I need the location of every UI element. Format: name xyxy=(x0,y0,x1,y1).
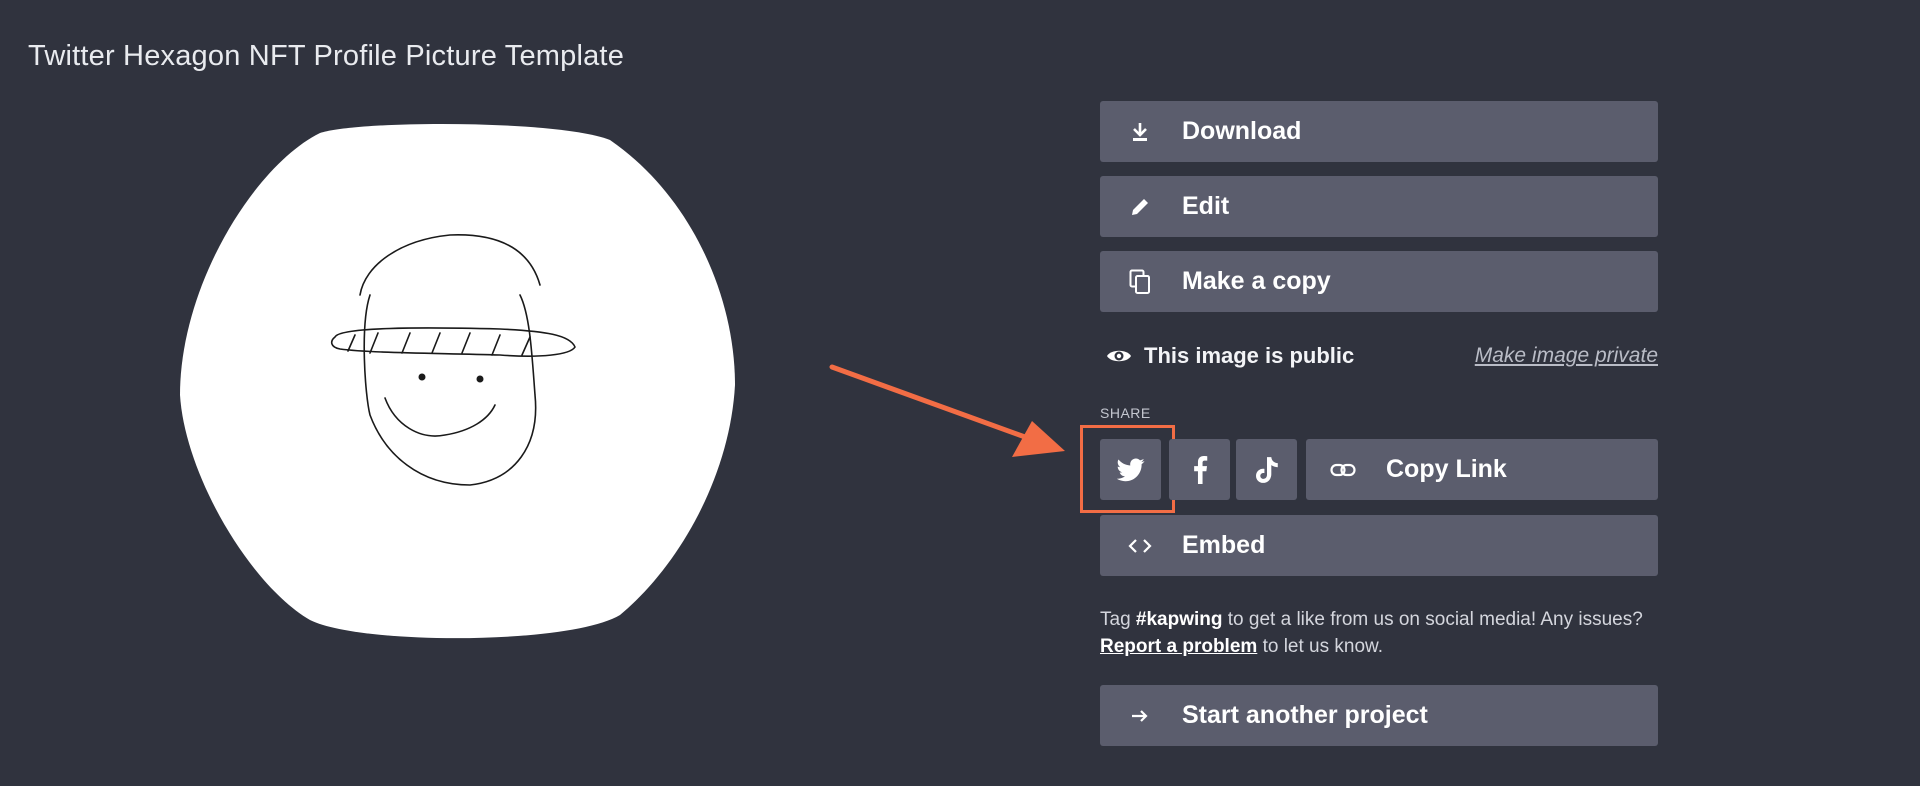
code-icon xyxy=(1122,538,1158,554)
tag-message: Tag #kapwing to get a like from us on so… xyxy=(1100,609,1643,657)
download-button[interactable]: Download xyxy=(1100,101,1658,162)
copy-link-button[interactable]: Copy Link xyxy=(1306,439,1658,500)
start-project-label: Start another project xyxy=(1182,701,1428,729)
twitter-share-button[interactable] xyxy=(1100,439,1161,500)
download-icon xyxy=(1122,121,1158,143)
copy-link-label: Copy Link xyxy=(1386,455,1507,483)
image-preview xyxy=(170,115,750,655)
hashtag: #kapwing xyxy=(1135,609,1223,630)
tiktok-icon xyxy=(1255,456,1278,483)
tiktok-share-button[interactable] xyxy=(1236,439,1297,500)
arrow-right-icon xyxy=(1122,708,1158,724)
share-row: Copy Link xyxy=(1100,439,1658,500)
facebook-icon xyxy=(1193,455,1207,484)
twitter-icon xyxy=(1116,457,1145,481)
make-copy-label: Make a copy xyxy=(1182,267,1331,295)
annotation-arrow xyxy=(820,355,1070,470)
copy-icon xyxy=(1122,269,1158,295)
start-another-project-button[interactable]: Start another project xyxy=(1100,685,1658,746)
share-label: SHARE xyxy=(1100,405,1151,421)
make-copy-button[interactable]: Make a copy xyxy=(1100,251,1658,312)
embed-button[interactable]: Embed xyxy=(1100,515,1658,576)
facebook-share-button[interactable] xyxy=(1169,439,1230,500)
download-label: Download xyxy=(1182,117,1302,145)
edit-label: Edit xyxy=(1182,192,1230,220)
edit-button[interactable]: Edit xyxy=(1100,176,1658,237)
pencil-icon xyxy=(1122,196,1158,218)
visibility-row: This image is public Make image private xyxy=(1100,336,1658,376)
eye-icon xyxy=(1106,347,1132,365)
link-icon xyxy=(1330,463,1356,477)
embed-label: Embed xyxy=(1182,531,1266,559)
visibility-status: This image is public xyxy=(1144,343,1355,368)
make-private-link[interactable]: Make image private xyxy=(1475,344,1658,368)
report-problem-link[interactable]: Report a problem xyxy=(1100,636,1257,657)
hexagon-nft-image xyxy=(180,123,735,639)
page-title: Twitter Hexagon NFT Profile Picture Temp… xyxy=(28,40,625,72)
